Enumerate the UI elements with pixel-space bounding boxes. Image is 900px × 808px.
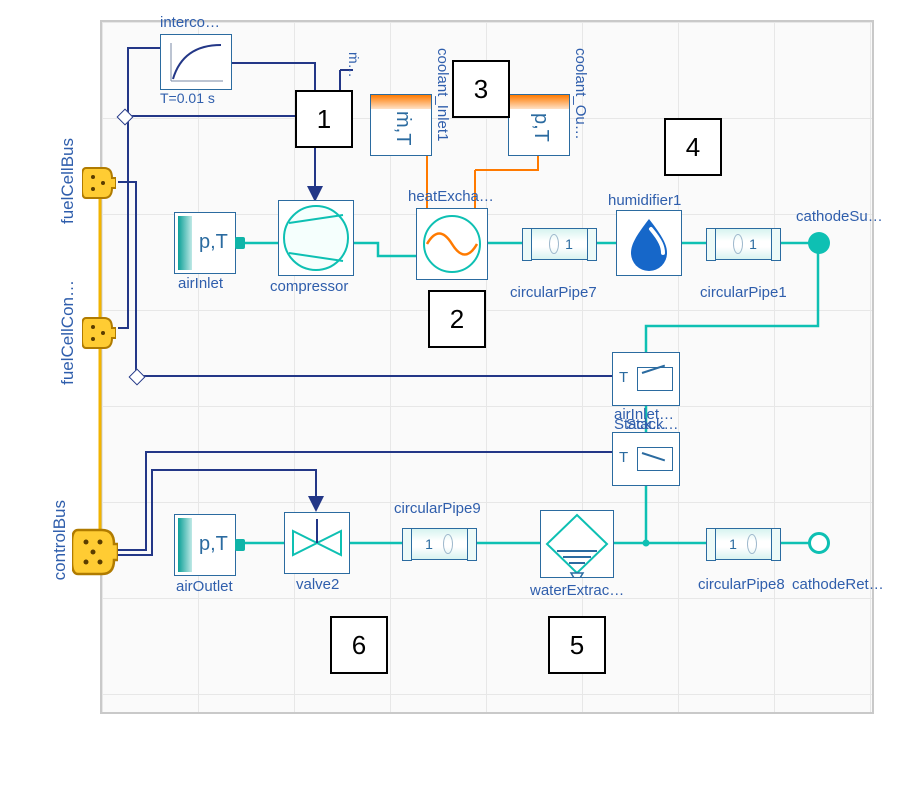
port-cathodeRet-label: cathodeRet… bbox=[792, 576, 884, 593]
block-airOutlet-label: airOutlet bbox=[176, 578, 233, 595]
annotation-2: 2 bbox=[428, 290, 486, 348]
block-circularPipe9-label: circularPipe9 bbox=[394, 500, 481, 517]
block-circularPipe9[interactable]: 1 bbox=[402, 528, 476, 560]
port-cathodeRet[interactable] bbox=[808, 532, 830, 554]
coolantOut-text: p,T bbox=[529, 113, 552, 142]
block-coolantOut[interactable]: p,T bbox=[508, 94, 570, 156]
diagram-canvas: fuelCellBus fuelCellCon… controlBus inte… bbox=[0, 0, 900, 808]
block-interco-sub: T=0.01 s bbox=[160, 90, 215, 106]
annotation-2-text: 2 bbox=[450, 304, 464, 335]
airInletSensor-T: T bbox=[619, 369, 628, 386]
annotation-3-text: 3 bbox=[474, 74, 488, 105]
block-waterExtrac-label: waterExtrac… bbox=[530, 582, 624, 599]
block-airInlet[interactable]: p,T bbox=[174, 212, 236, 274]
block-circularPipe8-label: circularPipe8 bbox=[698, 576, 785, 593]
block-valve2[interactable] bbox=[284, 512, 350, 574]
annotation-1: 1 bbox=[295, 90, 353, 148]
block-valve2-label: valve2 bbox=[296, 576, 339, 593]
block-humidifier1-label: humidifier1 bbox=[608, 192, 681, 209]
block-humidifier1[interactable] bbox=[616, 210, 682, 276]
block-circularPipe8[interactable]: 1 bbox=[706, 528, 780, 560]
bus-fuelCellBus-label: fuelCellBus bbox=[58, 138, 78, 224]
bus-fuelCellCon-label: fuelCellCon… bbox=[58, 280, 78, 385]
block-compressor[interactable] bbox=[278, 200, 354, 276]
annotation-5-text: 5 bbox=[570, 630, 584, 661]
block-circularPipe1-label: circularPipe1 bbox=[700, 284, 787, 301]
block-stackSensor[interactable]: T bbox=[612, 432, 680, 486]
block-coolantInlet1[interactable]: ṁ,T bbox=[370, 94, 432, 156]
block-airInlet-label: airInlet bbox=[178, 275, 223, 292]
pipe1-n: 1 bbox=[749, 236, 757, 252]
bus-controlBus[interactable] bbox=[72, 520, 118, 584]
block-airInletSensor[interactable]: T bbox=[612, 352, 680, 406]
port-cathodeSu[interactable] bbox=[808, 232, 830, 254]
block-heatExcha[interactable] bbox=[416, 208, 488, 280]
block-stackSensor-label3: Stack… bbox=[626, 416, 679, 433]
block-compressor-label: compressor bbox=[270, 278, 348, 295]
bus-controlBus-label: controlBus bbox=[50, 500, 70, 580]
annotation-5: 5 bbox=[548, 616, 606, 674]
block-interco-label: interco… bbox=[160, 14, 220, 31]
pipe9-n: 1 bbox=[425, 536, 433, 552]
block-airOutlet[interactable]: p,T bbox=[174, 514, 236, 576]
block-interco[interactable] bbox=[160, 34, 232, 90]
bus-fuelCellCon[interactable] bbox=[82, 310, 116, 356]
mdot-label: ṁ… bbox=[346, 52, 362, 78]
airInlet-text: p,T bbox=[199, 231, 228, 254]
pipe8-n: 1 bbox=[729, 536, 737, 552]
stackSensor-T: T bbox=[619, 449, 628, 466]
block-circularPipe7[interactable]: 1 bbox=[522, 228, 596, 260]
port-cathodeSu-label: cathodeSu… bbox=[796, 208, 883, 225]
annotation-1-text: 1 bbox=[317, 104, 331, 135]
annotation-6-text: 6 bbox=[352, 630, 366, 661]
block-coolantOut-label: coolant_Ou… bbox=[572, 48, 589, 140]
grid-background bbox=[100, 20, 874, 714]
block-circularPipe1[interactable]: 1 bbox=[706, 228, 780, 260]
block-heatExcha-label: heatExcha… bbox=[408, 188, 494, 205]
block-circularPipe7-label: circularPipe7 bbox=[510, 284, 597, 301]
annotation-4-text: 4 bbox=[686, 132, 700, 163]
pipe7-n: 1 bbox=[565, 236, 573, 252]
airOutlet-text: p,T bbox=[199, 533, 228, 556]
block-coolantInlet1-label: coolant_Inlet1 bbox=[434, 48, 451, 141]
annotation-6: 6 bbox=[330, 616, 388, 674]
block-waterExtrac[interactable] bbox=[540, 510, 614, 578]
coolantInlet1-text: ṁ,T bbox=[391, 111, 414, 145]
bus-fuelCellBus[interactable] bbox=[82, 160, 116, 206]
annotation-4: 4 bbox=[664, 118, 722, 176]
annotation-3: 3 bbox=[452, 60, 510, 118]
